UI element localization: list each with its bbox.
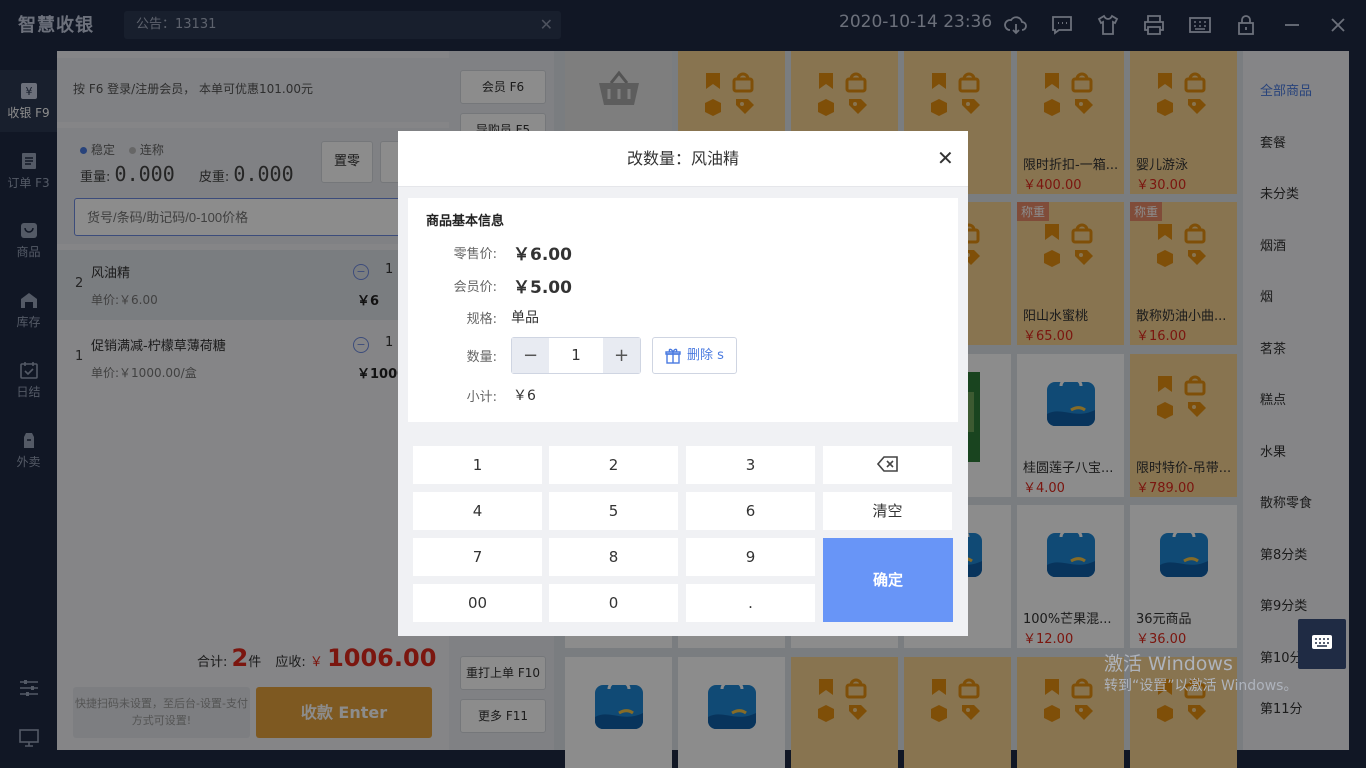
keypad-key[interactable]: 6 — [686, 492, 815, 530]
quantity-value[interactable]: 1 — [549, 338, 603, 373]
clear-key[interactable]: 清空 — [823, 492, 952, 530]
close-icon[interactable]: ✕ — [937, 148, 954, 168]
keypad-key[interactable]: 4 — [413, 492, 542, 530]
subtotal-label: 小计: — [466, 390, 497, 405]
virtual-keyboard-button[interactable] — [1298, 619, 1346, 669]
keypad-key[interactable]: 8 — [549, 538, 678, 576]
keypad-key[interactable]: 5 — [549, 492, 678, 530]
qty-label: 数量: — [466, 350, 497, 365]
delete-button[interactable]: 删除 s — [652, 337, 737, 374]
delete-label: 删除 s — [687, 348, 724, 363]
backspace-key[interactable] — [823, 446, 952, 484]
quantity-stepper: − 1 + — [511, 337, 641, 374]
decrement-button[interactable]: − — [512, 338, 549, 373]
keypad-key[interactable]: 1 — [413, 446, 542, 484]
keypad-key[interactable]: . — [686, 584, 815, 622]
confirm-button[interactable]: 确定 — [823, 538, 953, 622]
keypad-key[interactable]: 9 — [686, 538, 815, 576]
keypad-key[interactable]: 00 — [413, 584, 542, 622]
keypad-key[interactable]: 7 — [413, 538, 542, 576]
gift-icon — [665, 348, 681, 364]
retail-price: ￥6.00 — [513, 245, 572, 265]
keypad-key[interactable]: 3 — [686, 446, 815, 484]
spec-value: 单品 — [511, 310, 539, 326]
subtotal-value: ￥6 — [513, 388, 536, 404]
spec-label: 规格: — [466, 312, 497, 327]
member-price: ￥5.00 — [513, 278, 572, 298]
increment-button[interactable]: + — [603, 338, 640, 373]
member-price-label: 会员价: — [453, 280, 497, 295]
backspace-icon — [876, 456, 898, 472]
section-title: 商品基本信息 — [426, 214, 505, 229]
keypad-key[interactable]: 0 — [549, 584, 678, 622]
dialog-title: 改数量：风油精 — [398, 131, 968, 187]
windows-activation-hint: 转到“设置”以激活 Windows。 — [1104, 678, 1298, 694]
keyboard-icon — [1312, 635, 1332, 649]
keypad-key[interactable]: 2 — [549, 446, 678, 484]
retail-price-label: 零售价: — [453, 247, 497, 262]
windows-activation-title: 激活 Windows — [1104, 653, 1233, 675]
